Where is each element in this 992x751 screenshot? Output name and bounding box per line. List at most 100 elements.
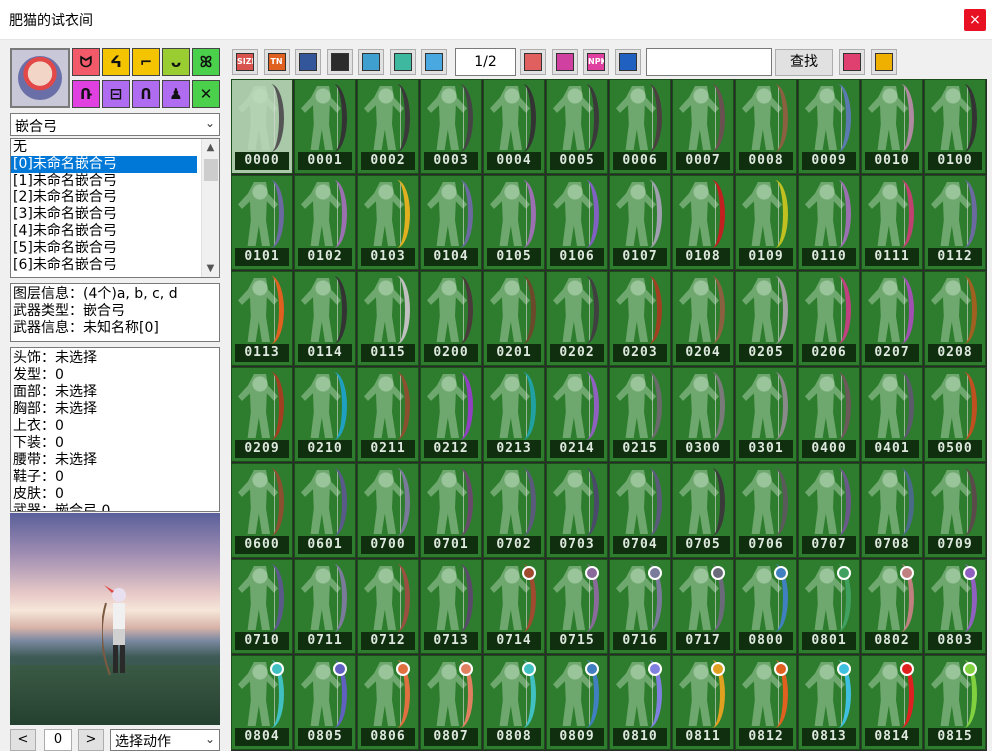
weapon-cell[interactable]: 0801 [798,559,860,654]
part-button-9[interactable]: ✕ [192,80,220,108]
part-button-3[interactable]: ᴗ [162,48,190,76]
weapon-cell[interactable]: 0202 [546,271,608,366]
list-item[interactable]: [4]未命名嵌合弓 [11,223,197,240]
weapon-cell[interactable]: 0210 [294,367,356,462]
page-indicator[interactable]: 1/2 [455,48,516,76]
weapon-cell[interactable]: 0500 [924,367,986,462]
weapon-cell[interactable]: 0803 [924,559,986,654]
weapon-cell[interactable]: 0701 [420,463,482,558]
shirt-button[interactable] [358,49,384,75]
weapon-cell[interactable]: 0009 [798,79,860,174]
weapon-cell[interactable]: 0201 [483,271,545,366]
weapon-cell[interactable]: 0003 [420,79,482,174]
weapon-cell[interactable]: 0810 [609,655,671,750]
weapon-cell[interactable]: 0001 [294,79,356,174]
weapon-cell[interactable]: 0214 [546,367,608,462]
weapon-cell[interactable]: 0209 [231,367,293,462]
prev-frame-button[interactable]: < [10,729,36,751]
part-button-4[interactable]: ꕤ [192,48,220,76]
scroll-thumb[interactable] [204,159,218,181]
globe-button[interactable] [614,49,641,75]
weapon-cell[interactable]: 0714 [483,559,545,654]
film-button[interactable] [326,49,353,75]
next-frame-button[interactable]: > [78,729,104,751]
weapon-cell[interactable]: 0204 [672,271,734,366]
weapon-cell[interactable]: 0800 [735,559,797,654]
weapon-cell[interactable]: 0815 [924,655,986,750]
list-item[interactable]: [6]未命名嵌合弓 [11,257,197,274]
weapon-cell[interactable]: 0300 [672,367,734,462]
tn-button[interactable]: TN [263,49,290,75]
weapon-cell[interactable]: 0807 [420,655,482,750]
weapon-cell[interactable]: 0806 [357,655,419,750]
frame-button[interactable] [295,49,321,75]
weapon-cell[interactable]: 0109 [735,175,797,270]
gear-button[interactable] [870,49,897,75]
weapon-cell[interactable]: 0102 [294,175,356,270]
weapon-cell[interactable]: 0708 [861,463,923,558]
weapon-cell[interactable]: 0707 [798,463,860,558]
weapon-cell[interactable]: 0706 [735,463,797,558]
weapon-cell[interactable]: 0711 [294,559,356,654]
list-item[interactable]: [2]未命名嵌合弓 [11,189,197,206]
shuffle-button[interactable] [839,49,865,75]
weapon-cell[interactable]: 0211 [357,367,419,462]
weapon-cell[interactable]: 0104 [420,175,482,270]
weapon-cell[interactable]: 0101 [231,175,293,270]
list-item[interactable]: [0]未命名嵌合弓 [11,155,197,173]
weapon-cell[interactable]: 0601 [294,463,356,558]
weapon-cell[interactable]: 0000 [231,79,293,174]
weapon-cell[interactable]: 0114 [294,271,356,366]
weapon-cell[interactable]: 0200 [420,271,482,366]
weapon-cell[interactable]: 0008 [735,79,797,174]
weapon-cell[interactable]: 0401 [861,367,923,462]
size-button[interactable]: SIZE [232,49,258,75]
scroll-up-icon[interactable]: ▲ [202,139,219,156]
weapon-cell[interactable]: 0712 [357,559,419,654]
search-input[interactable] [646,48,772,76]
weapon-cell[interactable]: 0115 [357,271,419,366]
weapon-cell[interactable]: 0207 [861,271,923,366]
weapon-cell[interactable]: 0600 [231,463,293,558]
part-button-8[interactable]: ♟ [162,80,190,108]
weapon-cell[interactable]: 0716 [609,559,671,654]
weapon-cell[interactable]: 0813 [798,655,860,750]
weapon-cell[interactable]: 0215 [609,367,671,462]
npk-button[interactable]: NPK [583,49,609,75]
scroll-down-icon[interactable]: ▼ [202,260,219,277]
weapon-cell[interactable]: 0802 [861,559,923,654]
character-avatar-button[interactable] [10,48,70,108]
weapon-cell[interactable]: 0106 [546,175,608,270]
gift-button[interactable] [551,49,578,75]
weapon-cell[interactable]: 0208 [924,271,986,366]
weapon-cell[interactable]: 0107 [609,175,671,270]
weapon-cell[interactable]: 0700 [357,463,419,558]
frame-number[interactable]: 0 [44,729,72,751]
weapon-cell[interactable]: 0007 [672,79,734,174]
export-button[interactable] [421,49,447,75]
list-item[interactable]: [5]未命名嵌合弓 [11,240,197,257]
weapon-cell[interactable]: 0212 [420,367,482,462]
list-item[interactable]: 无 [11,139,197,156]
weapon-cell[interactable]: 0812 [735,655,797,750]
weapon-cell[interactable]: 0400 [798,367,860,462]
part-button-2[interactable]: ⌐ [132,48,160,76]
weapon-cell[interactable]: 0717 [672,559,734,654]
weapon-cell[interactable]: 0709 [924,463,986,558]
list-item[interactable]: [3]未命名嵌合弓 [11,206,197,223]
weapon-cell[interactable]: 0112 [924,175,986,270]
weapon-type-combo[interactable]: 嵌合弓 ⌄ [10,113,220,136]
weapon-cell[interactable]: 0710 [231,559,293,654]
weapon-cell[interactable]: 0100 [924,79,986,174]
weapon-cell[interactable]: 0002 [357,79,419,174]
search-button[interactable]: 查找 [775,49,833,76]
rotate-button[interactable] [389,49,416,75]
import-button[interactable] [520,49,546,75]
weapon-cell[interactable]: 0705 [672,463,734,558]
weapon-cell[interactable]: 0006 [609,79,671,174]
weapon-cell[interactable]: 0814 [861,655,923,750]
weapon-cell[interactable]: 0811 [672,655,734,750]
weapon-cell[interactable]: 0108 [672,175,734,270]
weapon-cell[interactable]: 0103 [357,175,419,270]
part-button-6[interactable]: ⊟ [102,80,130,108]
